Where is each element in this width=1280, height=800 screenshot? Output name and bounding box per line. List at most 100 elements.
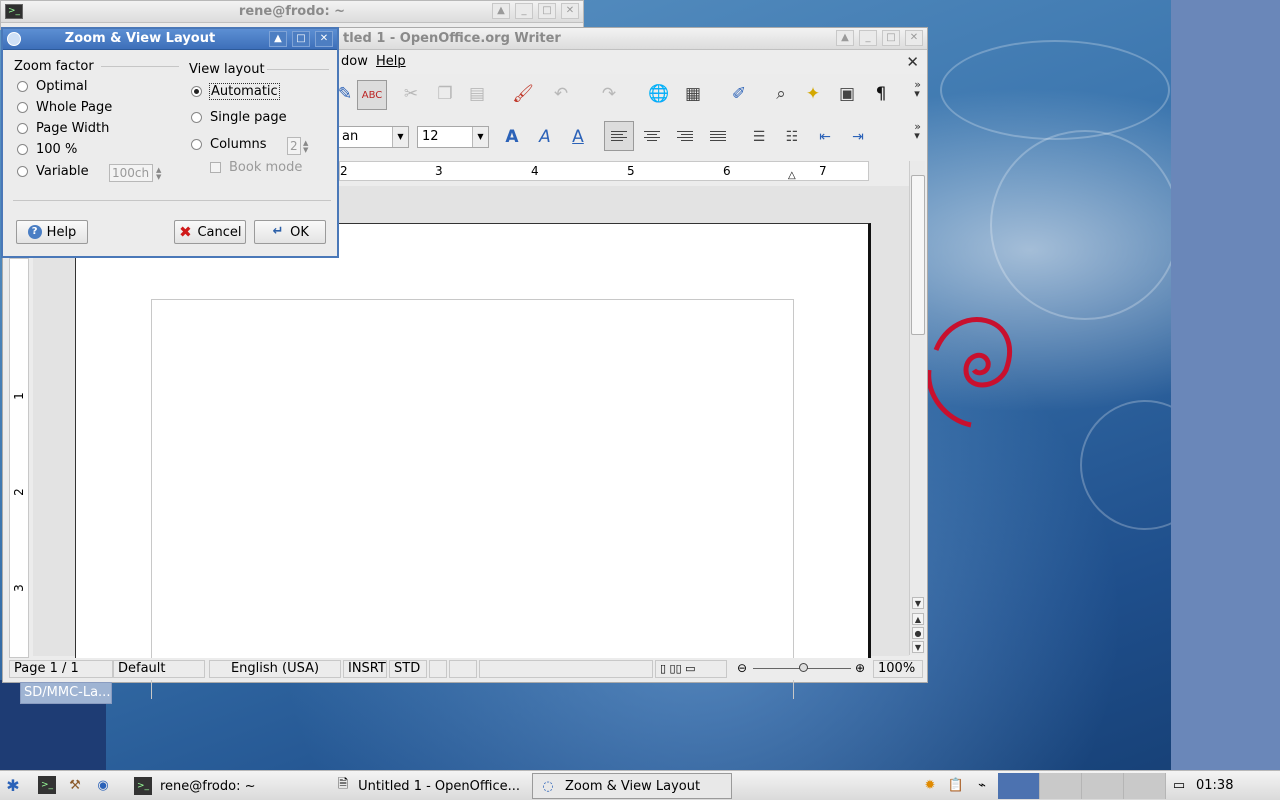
chevron-down-icon[interactable]: ▼ [472, 127, 488, 147]
columns-spinbox[interactable]: 2 [287, 137, 301, 155]
close-document-icon[interactable]: ✕ [906, 53, 919, 71]
radio-button[interactable] [191, 86, 202, 97]
zoom-out-icon[interactable]: ⊖ [737, 661, 747, 675]
browser-launcher-icon[interactable]: ◉ [94, 776, 112, 794]
horizontal-ruler[interactable]: 2 3 4 5 6 7 △ [339, 161, 869, 181]
status-selection-mode[interactable]: STD [389, 660, 427, 678]
toolbar-overflow-icon[interactable]: » ▾ [914, 121, 921, 141]
table-icon[interactable]: ▦ [681, 82, 705, 106]
desktop-icon-label[interactable]: SD/MMC-La... [20, 682, 112, 704]
clipboard-icon[interactable]: 📋 [947, 776, 965, 794]
find-replace-icon[interactable]: ⌕ [769, 82, 793, 106]
shade-button[interactable]: ▲ [269, 31, 287, 47]
close-button[interactable]: ✕ [561, 3, 579, 19]
task-writer[interactable]: 🗎 Untitled 1 - OpenOffice... [330, 773, 526, 799]
layout-automatic-option[interactable]: Automatic [191, 83, 280, 100]
format-paintbrush-icon[interactable]: 🖌 [511, 82, 535, 106]
font-name-combo[interactable]: an ▼ [337, 126, 409, 148]
zoom-100-option[interactable]: 100 % [17, 142, 77, 157]
terminal-launcher-icon[interactable]: >_ [38, 776, 56, 794]
autospellcheck-icon[interactable]: ABC [357, 80, 387, 110]
chevron-down-icon[interactable]: ▼ [392, 127, 408, 147]
toolbar-overflow-icon[interactable]: » ▾ [914, 79, 921, 99]
tools-launcher-icon[interactable]: ⚒ [66, 776, 84, 794]
terminal-window[interactable]: >_ rene@frodo: ~ ▲ _ □ ✕ [0, 0, 584, 30]
underline-icon[interactable]: A [566, 125, 590, 149]
spin-arrows-icon[interactable]: ▲ ▼ [156, 167, 161, 181]
align-right-icon[interactable] [670, 121, 700, 151]
copy-icon[interactable]: ❐ [433, 82, 457, 106]
italic-icon[interactable]: A [533, 125, 557, 149]
minimize-button[interactable]: _ [859, 30, 877, 46]
close-button[interactable]: ✕ [315, 31, 333, 47]
menu-window[interactable]: dow [341, 54, 368, 69]
terminal-titlebar[interactable]: >_ rene@frodo: ~ ▲ _ □ ✕ [1, 1, 583, 23]
status-page[interactable]: Page 1 / 1 [9, 660, 113, 678]
align-left-icon[interactable] [604, 121, 634, 151]
bold-icon[interactable]: A [500, 125, 524, 149]
status-zoom[interactable]: 100% [873, 660, 923, 678]
redo-icon[interactable]: ↷ [597, 82, 621, 106]
zoom-view-layout-dialog[interactable]: Zoom & View Layout ▲ □ ✕ Zoom factor Opt… [1, 27, 339, 258]
paste-icon[interactable]: ▤ [465, 82, 489, 106]
maximize-button[interactable]: □ [538, 3, 556, 19]
radio-button[interactable] [17, 144, 28, 155]
radio-button[interactable] [17, 81, 28, 92]
layout-columns-option[interactable]: Columns [191, 137, 267, 152]
zoom-whole-page-option[interactable]: Whole Page [17, 100, 112, 115]
zoom-variable-option[interactable]: Variable [17, 164, 89, 179]
hyperlink-icon[interactable]: 🌐 [647, 82, 671, 106]
text-boundary[interactable] [151, 299, 794, 699]
dialog-titlebar[interactable]: Zoom & View Layout ▲ □ ✕ [3, 29, 337, 50]
status-page-style[interactable]: Default [113, 660, 205, 678]
clock[interactable]: 01:38 [1196, 778, 1233, 793]
task-zoom-dialog[interactable]: ◌ Zoom & View Layout [532, 773, 732, 799]
zoom-optimal-option[interactable]: Optimal [17, 79, 87, 94]
previous-page-icon[interactable]: ▲ [912, 613, 924, 625]
zoom-slider-handle[interactable] [799, 663, 808, 672]
scrollbar-thumb[interactable] [911, 175, 925, 335]
help-button[interactable]: ? Help [16, 220, 88, 244]
undo-icon[interactable]: ↶ [549, 82, 573, 106]
layout-single-page-option[interactable]: Single page [191, 110, 287, 125]
gallery-icon[interactable]: ▣ [835, 82, 859, 106]
decrease-indent-icon[interactable]: ⇤ [813, 125, 837, 149]
spin-arrows-icon[interactable]: ▲ ▼ [303, 140, 308, 154]
draw-functions-icon[interactable]: ✐ [727, 82, 751, 106]
workspace-3[interactable] [1082, 773, 1124, 799]
close-button[interactable]: ✕ [905, 30, 923, 46]
navigator-icon[interactable]: ✦ [801, 82, 825, 106]
formatting-marks-icon[interactable]: ¶ [869, 82, 893, 106]
numbering-icon[interactable]: ☰ [747, 125, 771, 149]
radio-button[interactable] [191, 139, 202, 150]
start-menu-icon[interactable]: ✱ [4, 776, 22, 795]
radio-button[interactable] [17, 123, 28, 134]
maximize-button[interactable]: □ [882, 30, 900, 46]
show-desktop-icon[interactable]: ▭ [1170, 776, 1188, 794]
checkbox[interactable] [210, 162, 221, 173]
next-page-icon[interactable]: ▼ [912, 641, 924, 653]
scroll-down-icon[interactable]: ▼ [912, 597, 924, 609]
bullets-icon[interactable]: ☷ [780, 125, 804, 149]
task-terminal[interactable]: >_ rene@frodo: ~ [128, 773, 324, 799]
workspace-2[interactable] [1040, 773, 1082, 799]
workspace-4[interactable] [1124, 773, 1166, 799]
menu-help[interactable]: Help [376, 54, 406, 69]
status-language[interactable]: English (USA) [209, 660, 341, 678]
cut-icon[interactable]: ✂ [399, 82, 423, 106]
indent-marker-icon[interactable]: △ [788, 170, 796, 181]
maximize-button[interactable]: □ [292, 31, 310, 47]
document-page[interactable] [75, 223, 871, 699]
radio-button[interactable] [191, 112, 202, 123]
network-icon[interactable]: ⌁ [973, 776, 991, 794]
minimize-button[interactable]: _ [515, 3, 533, 19]
workspace-1[interactable] [998, 773, 1040, 799]
vertical-scrollbar[interactable]: ▼ ▲ ● ▼ [909, 161, 925, 655]
font-size-combo[interactable]: 12 ▼ [417, 126, 489, 148]
justify-icon[interactable] [703, 121, 733, 151]
status-signature[interactable] [449, 660, 477, 678]
status-modified[interactable] [429, 660, 447, 678]
shade-button[interactable]: ▲ [836, 30, 854, 46]
radio-button[interactable] [17, 102, 28, 113]
align-center-icon[interactable] [637, 121, 667, 151]
